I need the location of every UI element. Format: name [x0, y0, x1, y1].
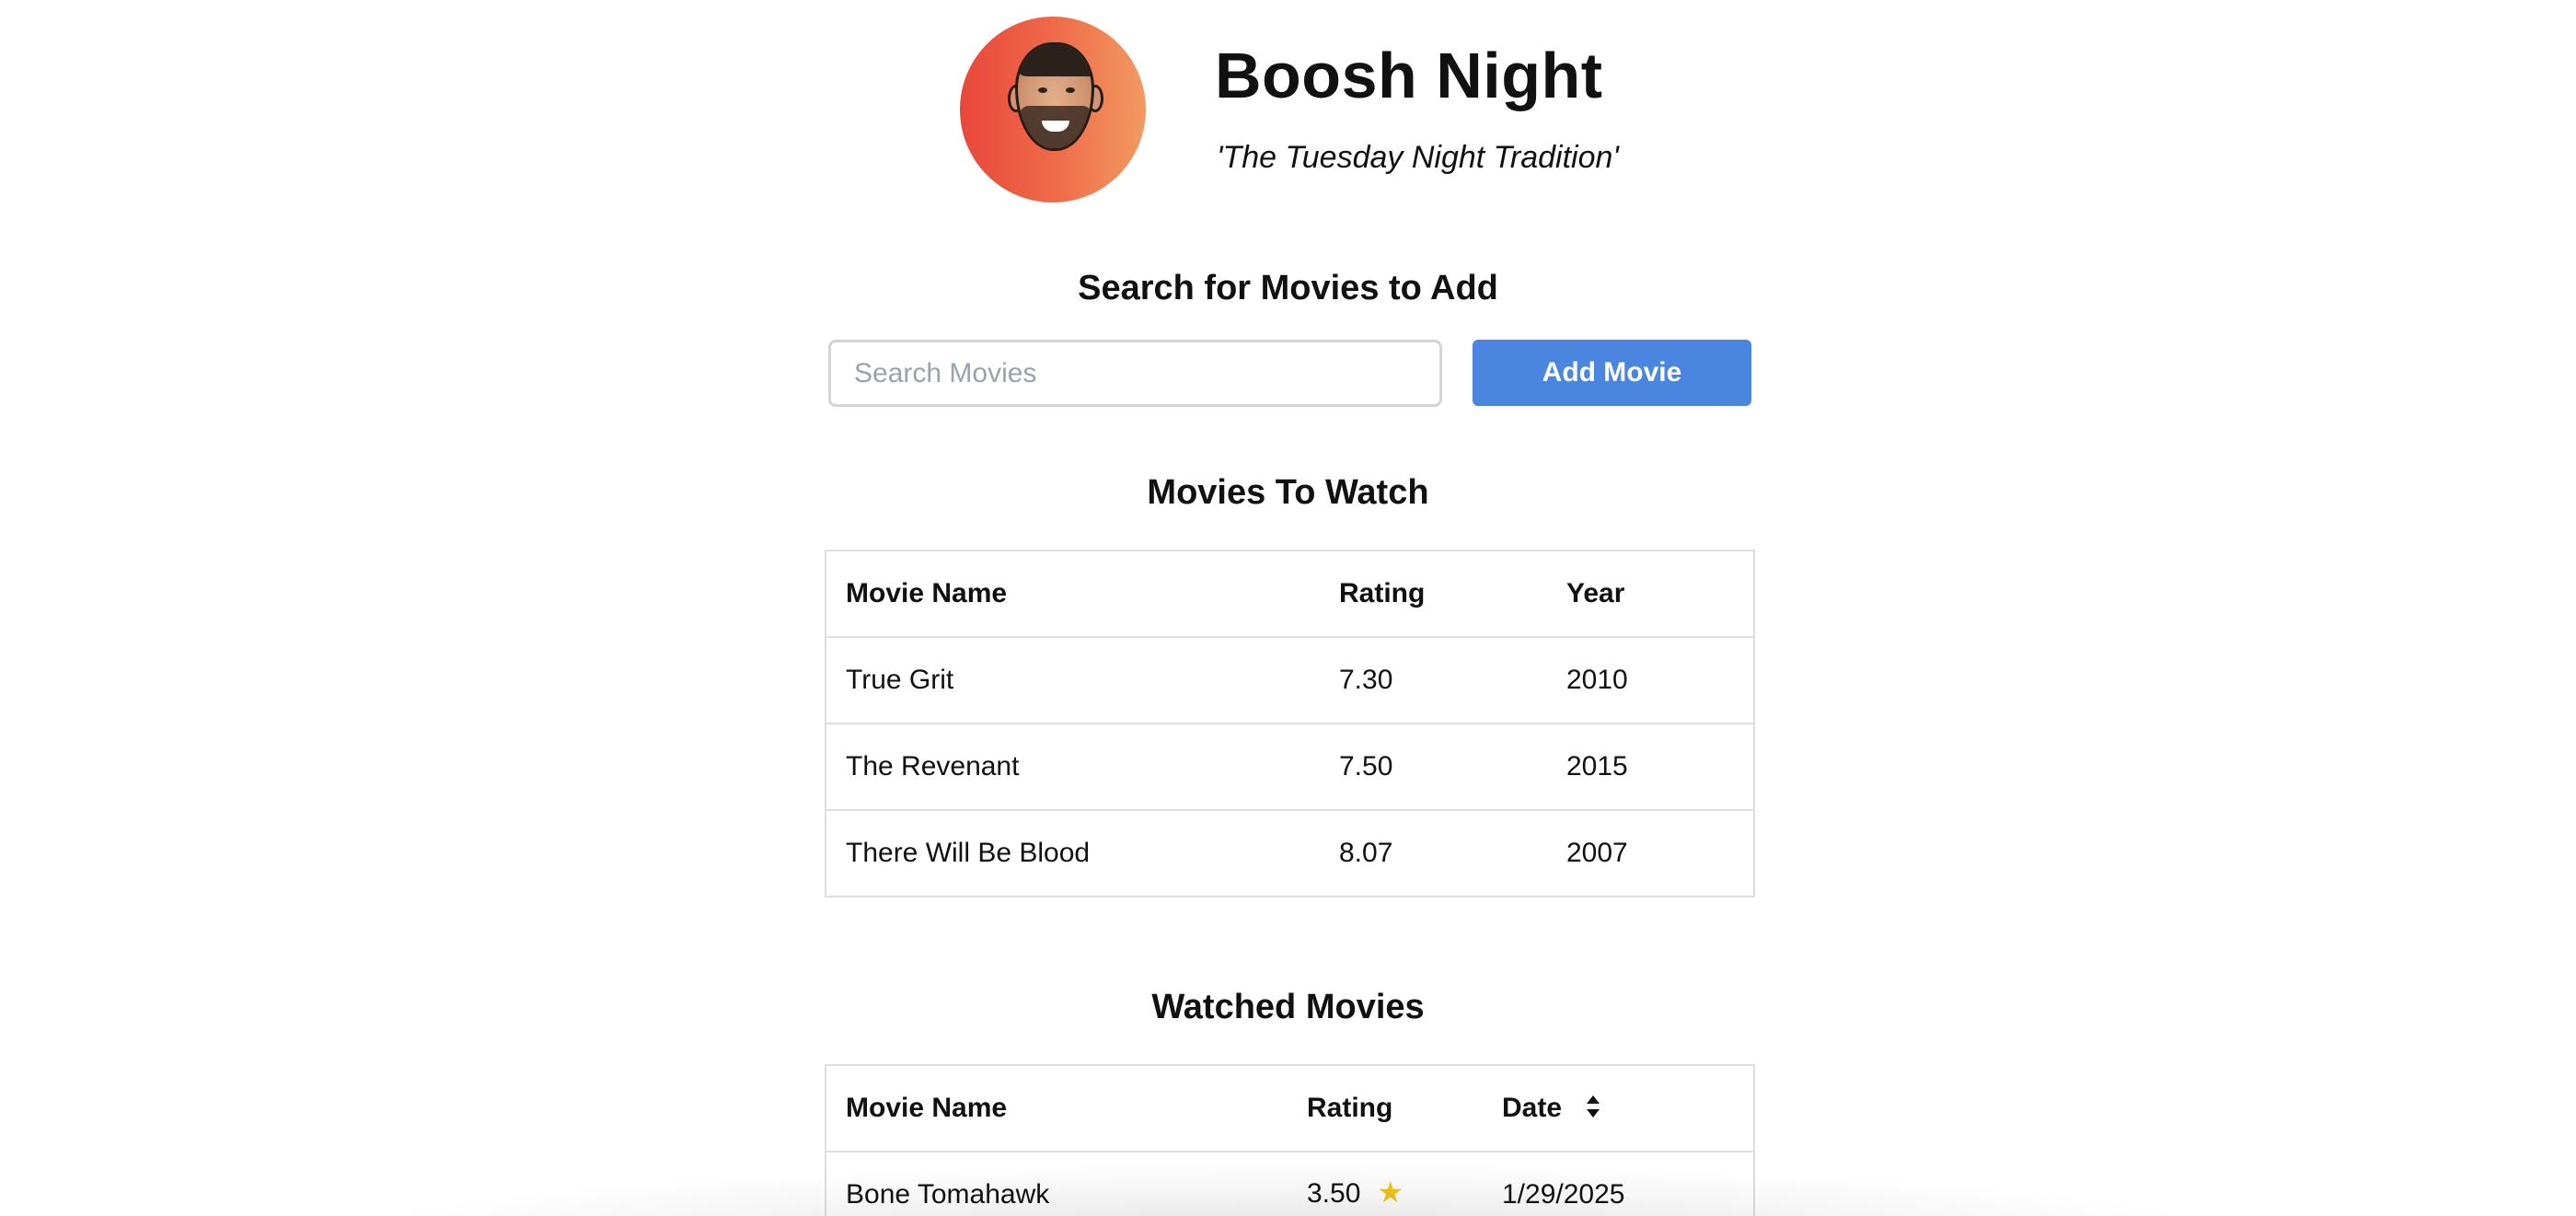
sort-icon[interactable] — [1586, 1094, 1600, 1118]
face-avatar-icon — [1015, 42, 1094, 151]
page-header: Boosh Night 'The Tuesday Night Tradition… — [960, 17, 1659, 203]
table-row[interactable]: There Will Be Blood 8.07 2007 — [826, 810, 1754, 898]
rating-cell: 7.30 — [1339, 637, 1566, 724]
movie-name-cell: There Will Be Blood — [826, 810, 1339, 898]
avatar — [960, 17, 1146, 203]
column-header-year: Year — [1566, 550, 1754, 638]
column-header-movie-name: Movie Name — [826, 1065, 1307, 1152]
year-cell: 2007 — [1566, 810, 1754, 898]
date-header-label: Date — [1502, 1093, 1563, 1123]
table-row[interactable]: True Grit 7.30 2010 — [826, 637, 1754, 724]
column-header-rating: Rating — [1307, 1065, 1502, 1152]
column-header-date[interactable]: Date — [1502, 1065, 1754, 1152]
movie-name-cell: The Revenant — [826, 724, 1339, 811]
rating-cell: 8.07 — [1339, 810, 1566, 898]
table-header-row: Movie Name Rating Year — [826, 550, 1754, 638]
column-header-movie-name: Movie Name — [826, 550, 1339, 638]
movies-to-watch-heading: Movies To Watch — [1147, 473, 1429, 512]
star-icon: ★ — [1377, 1175, 1404, 1209]
movie-name-cell: Bone Tomahawk — [826, 1152, 1307, 1216]
year-cell: 2010 — [1566, 637, 1754, 724]
search-input[interactable] — [828, 340, 1442, 407]
table-header-row: Movie Name Rating Date — [826, 1065, 1754, 1152]
movie-name-cell: True Grit — [826, 637, 1339, 724]
page-title: Boosh Night — [1215, 40, 1603, 111]
rating-value: 3.50 — [1307, 1177, 1361, 1209]
page-subtitle: 'The Tuesday Night Tradition' — [1217, 140, 1619, 175]
search-heading: Search for Movies to Add — [1078, 269, 1498, 307]
column-header-rating: Rating — [1339, 550, 1566, 638]
table-row[interactable]: The Revenant 7.50 2015 — [826, 724, 1754, 811]
year-cell: 2015 — [1566, 724, 1754, 811]
rating-cell: 3.50 ★ — [1307, 1152, 1502, 1216]
watched-movies-heading: Watched Movies — [1151, 988, 1425, 1026]
add-movie-button[interactable]: Add Movie — [1473, 340, 1751, 406]
table-row[interactable]: Bone Tomahawk 3.50 ★ 1/29/2025 — [826, 1152, 1754, 1216]
rating-cell: 7.50 — [1339, 724, 1566, 811]
movies-to-watch-table: Movie Name Rating Year True Grit 7.30 20… — [825, 550, 1755, 898]
watched-movies-table: Movie Name Rating Date Bone Tomahawk 3.5… — [825, 1064, 1755, 1216]
date-cell: 1/29/2025 — [1502, 1152, 1754, 1216]
